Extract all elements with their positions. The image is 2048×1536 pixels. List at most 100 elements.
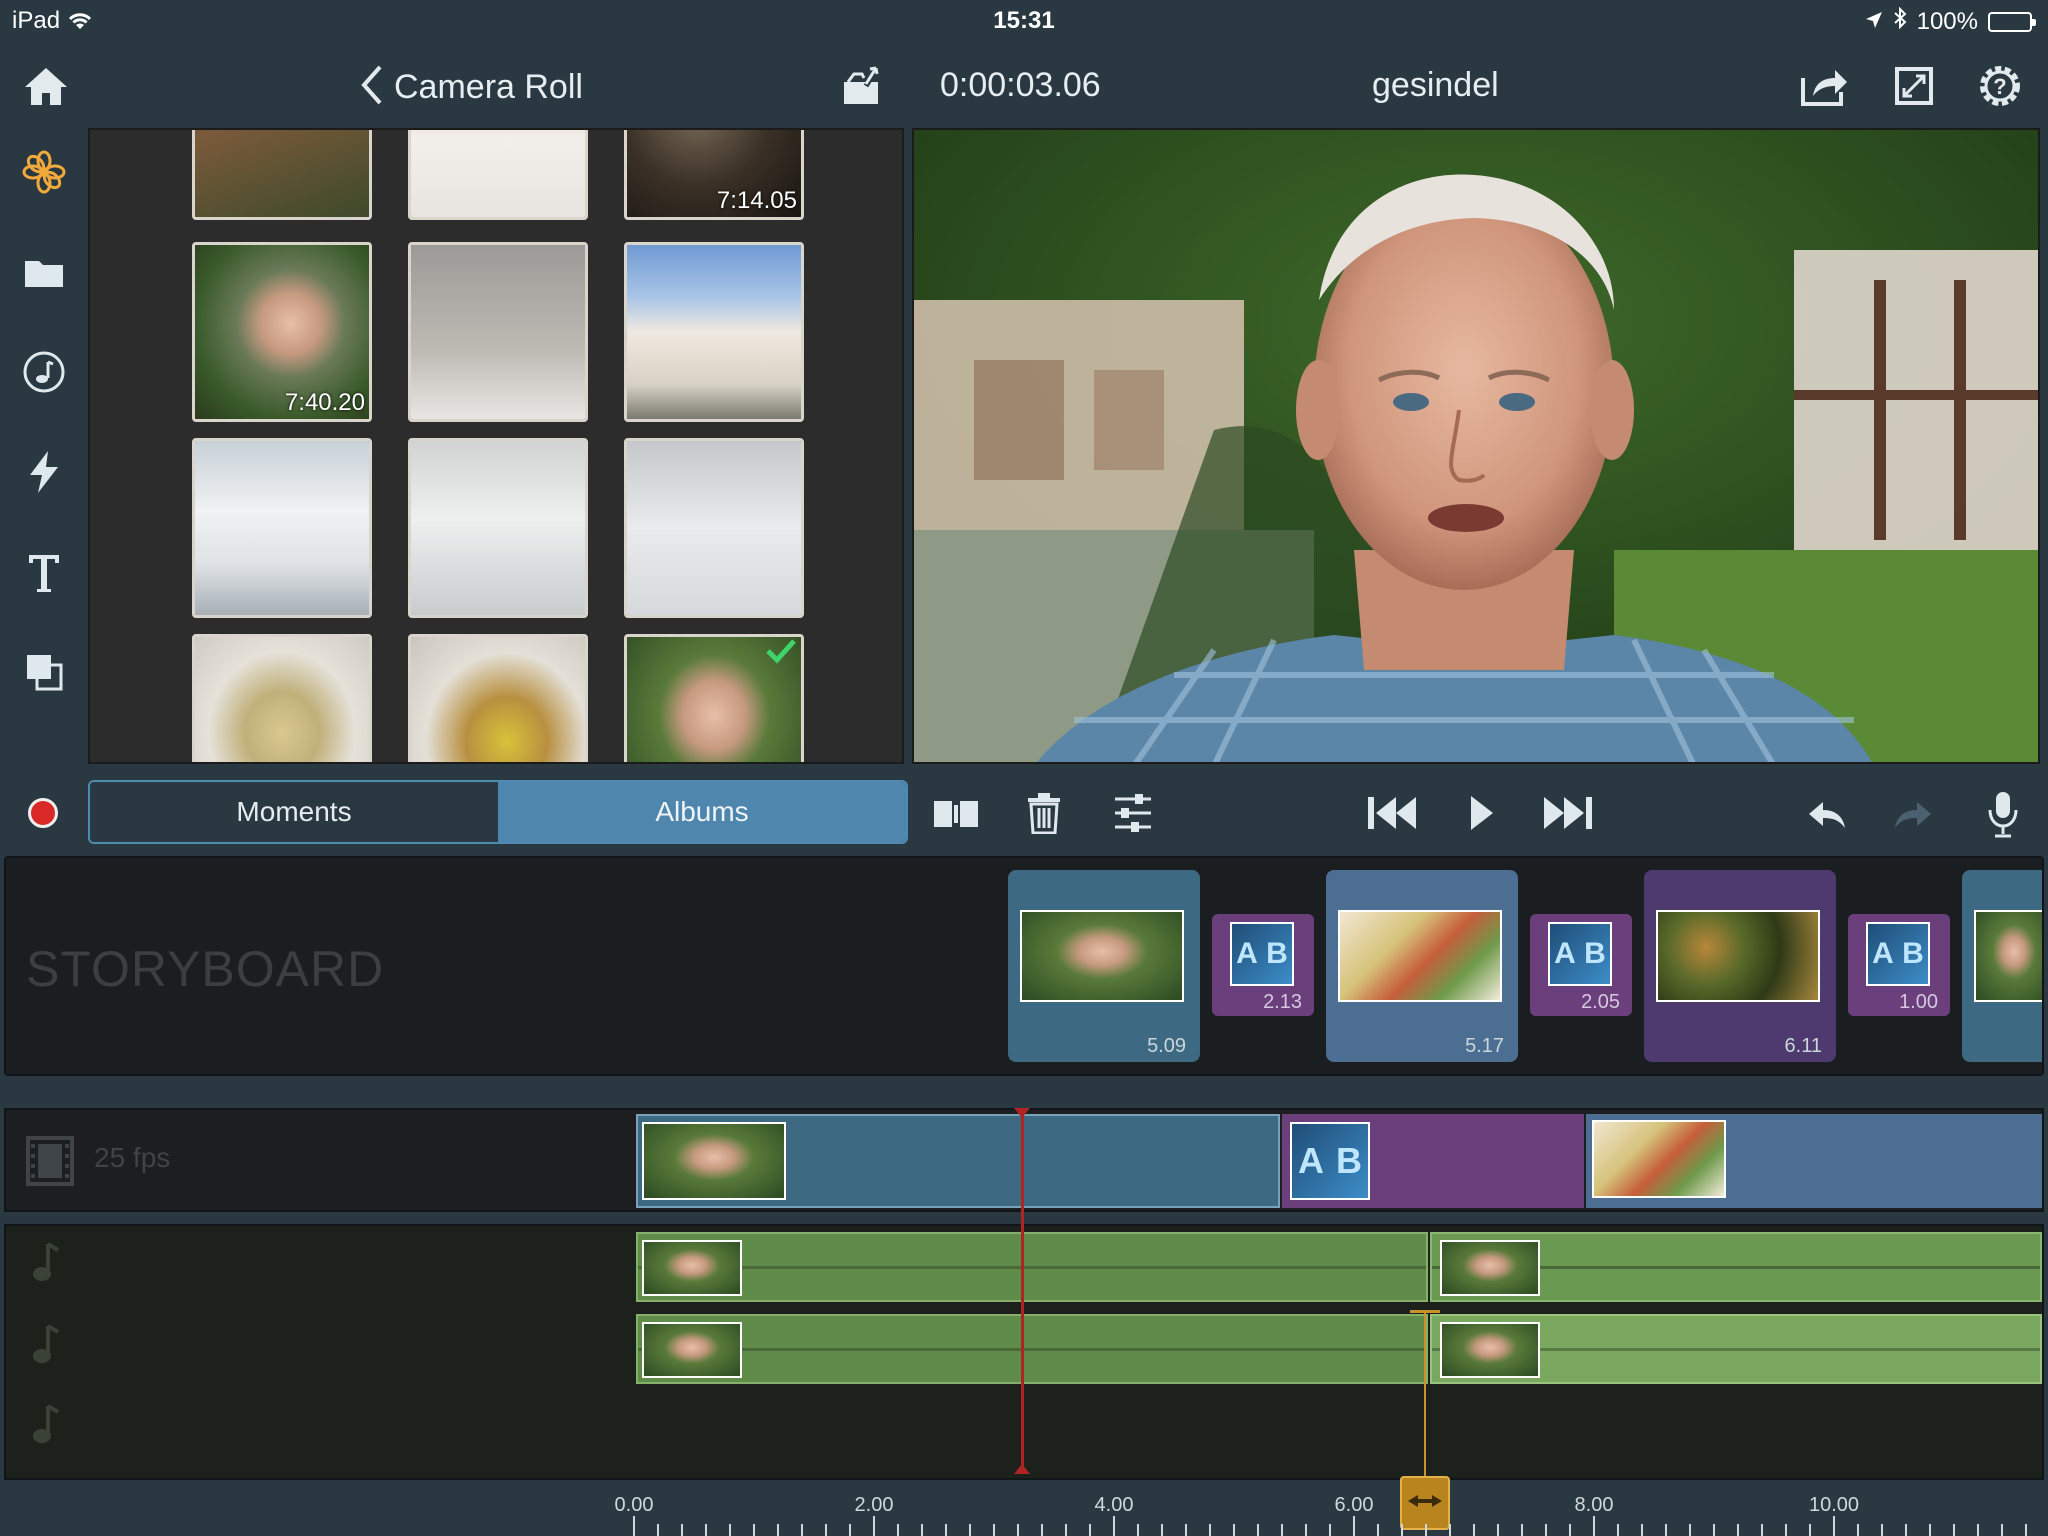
timeline-video-clip[interactable] <box>1586 1114 2042 1208</box>
media-thumb[interactable] <box>408 242 588 422</box>
microphone-icon[interactable] <box>1982 788 2024 840</box>
chevron-left-icon <box>360 64 384 111</box>
media-thumbnail-image <box>627 245 801 419</box>
project-title[interactable]: gesindel <box>1372 66 1499 105</box>
media-thumb-selected[interactable] <box>624 634 804 762</box>
transition-ab-icon: AB <box>1548 922 1612 986</box>
ruler-label: 6.00 <box>1334 1494 1374 1516</box>
clip-thumbnail <box>1974 910 2042 1002</box>
film-strip-icon <box>26 1136 74 1191</box>
audio-waveform <box>638 1266 1426 1269</box>
preview-frame-image <box>914 130 2038 762</box>
music-note-icon <box>30 1402 60 1451</box>
settings-gear-icon[interactable]: ? <box>1972 58 2028 114</box>
media-thumbnail-image <box>195 637 369 762</box>
video-track[interactable]: 25 fps AB <box>4 1108 2044 1212</box>
media-thumbnail-image <box>195 441 369 615</box>
left-toolbar <box>0 140 88 700</box>
text-title-icon[interactable] <box>16 544 72 600</box>
video-duration: 7:14.05 <box>716 187 797 214</box>
timeline-video-clip[interactable] <box>636 1114 1280 1208</box>
tab-moments[interactable]: Moments <box>90 782 498 842</box>
storyboard-transition[interactable]: AB 2.05 <box>1530 914 1632 1016</box>
clip-thumbnail <box>1338 910 1502 1002</box>
storyboard-clip[interactable]: 6.11 <box>1644 870 1836 1062</box>
audio-clip-selected[interactable] <box>1430 1314 2042 1384</box>
clip-duration: 5.17 <box>1465 1035 1504 1057</box>
photos-flower-icon[interactable] <box>16 144 72 200</box>
playhead-bottom-marker <box>1014 1464 1030 1474</box>
adjust-sliders-icon[interactable] <box>1108 786 1158 840</box>
timeline-transition[interactable]: AB <box>1282 1114 1584 1208</box>
ruler-label: 2.00 <box>854 1494 894 1516</box>
battery-icon <box>1988 11 2036 32</box>
music-note-icon[interactable] <box>16 344 72 400</box>
media-thumb[interactable] <box>192 130 372 220</box>
media-thumbnail-image <box>411 441 585 615</box>
transition-duration: 1.00 <box>1899 991 1938 1013</box>
video-preview[interactable] <box>912 128 2040 764</box>
back-label: Camera Roll <box>394 68 583 106</box>
clip-thumbnail <box>1440 1322 1540 1378</box>
import-icon[interactable] <box>836 60 888 110</box>
status-time: 15:31 <box>993 7 1055 34</box>
aspect-ratio-icon[interactable] <box>1888 60 1940 112</box>
clip-thumbnail <box>1656 910 1820 1002</box>
play-icon[interactable] <box>1462 790 1502 836</box>
storyboard-clip[interactable]: 5.09 <box>1008 870 1200 1062</box>
storyboard-clip[interactable] <box>1962 870 2042 1062</box>
storyboard-label: STORYBOARD <box>26 941 385 997</box>
share-icon[interactable] <box>1796 60 1852 112</box>
storyboard-transition[interactable]: AB 1.00 <box>1848 914 1950 1016</box>
split-clip-icon[interactable] <box>930 790 982 838</box>
media-thumb[interactable] <box>624 438 804 618</box>
media-thumb[interactable] <box>624 242 804 422</box>
redo-icon[interactable] <box>1892 794 1934 834</box>
trash-icon[interactable] <box>1020 786 1068 840</box>
clip-thumbnail <box>1440 1240 1540 1296</box>
video-duration: 7:40.20 <box>284 389 365 416</box>
storyboard-transition[interactable]: AB 2.13 <box>1212 914 1314 1016</box>
media-thumb-video[interactable]: 7:40.20 <box>192 242 372 422</box>
record-button[interactable] <box>28 798 58 828</box>
music-note-icon <box>30 1322 60 1371</box>
time-ruler[interactable]: 0.00 2.00 4.00 6.00 8.00 10.00 <box>0 1480 2048 1536</box>
storyboard-clip[interactable]: 5.17 <box>1326 870 1518 1062</box>
transition-ab-icon: AB <box>1866 922 1930 986</box>
media-thumbnail-image <box>411 245 585 419</box>
clip-thumbnail <box>642 1122 786 1200</box>
clip-thumbnail <box>1020 910 1184 1002</box>
media-thumb[interactable] <box>408 130 588 220</box>
overlay-layers-icon[interactable] <box>16 644 72 700</box>
tab-albums[interactable]: Albums <box>498 782 906 842</box>
audio-tracks[interactable] <box>4 1224 2044 1480</box>
storyboard[interactable]: STORYBOARD 5.09 AB 2.13 5.17 AB 2.05 6.1… <box>4 856 2044 1076</box>
media-thumbnail-image <box>195 130 369 217</box>
undo-icon[interactable] <box>1806 794 1848 834</box>
status-right: 100% <box>1865 6 2036 36</box>
skip-to-end-icon[interactable] <box>1540 790 1596 836</box>
media-thumb[interactable] <box>408 438 588 618</box>
media-thumb[interactable] <box>192 634 372 762</box>
media-thumb[interactable] <box>192 438 372 618</box>
media-thumbnail-image <box>411 637 585 762</box>
bluetooth-icon <box>1893 6 1907 36</box>
svg-text:?: ? <box>1993 74 2006 99</box>
home-icon[interactable] <box>18 60 74 112</box>
audio-clip[interactable] <box>636 1314 1428 1384</box>
playhead[interactable] <box>1014 1108 1030 1474</box>
lightning-effects-icon[interactable] <box>16 444 72 500</box>
media-browser-grid[interactable]: 7:14.05 7:40.20 <box>88 128 904 764</box>
audio-clip[interactable] <box>636 1232 1428 1302</box>
back-button[interactable]: Camera Roll <box>360 64 583 111</box>
audio-clip[interactable] <box>1430 1232 2042 1302</box>
fps-label: 25 fps <box>94 1142 171 1173</box>
skip-to-start-icon[interactable] <box>1364 790 1420 836</box>
transition-duration: 2.13 <box>1263 991 1302 1013</box>
battery-percent: 100% <box>1916 7 1978 35</box>
media-thumb[interactable] <box>408 634 588 762</box>
folder-icon[interactable] <box>16 244 72 300</box>
timecode: 0:00:03.06 <box>940 66 1101 104</box>
media-thumb-video[interactable]: 7:14.05 <box>624 130 804 220</box>
checkmark-icon <box>765 637 797 670</box>
